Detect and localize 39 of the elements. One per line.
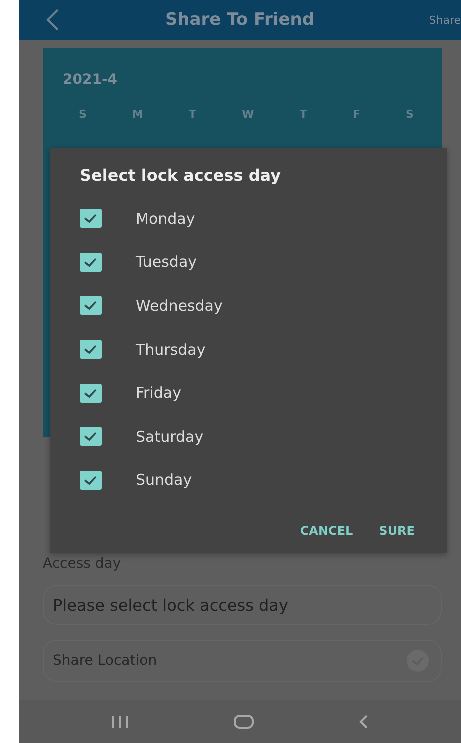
day-label: Wednesday	[136, 296, 223, 315]
day-option[interactable]: Monday	[80, 197, 417, 241]
home-icon[interactable]	[232, 714, 255, 730]
day-option[interactable]: Thursday	[80, 328, 417, 372]
day-option[interactable]: Tuesday	[80, 240, 417, 284]
checkbox[interactable]	[80, 252, 102, 272]
checkbox[interactable]	[80, 209, 102, 228]
weekday-label: W	[242, 108, 254, 121]
recent-apps-icon[interactable]	[110, 714, 130, 730]
month-label: 2021-4	[63, 72, 119, 88]
weekday-label: F	[352, 108, 360, 121]
weekday-label: M	[132, 108, 144, 121]
dialog-title: Select lock access day	[80, 166, 282, 185]
day-option[interactable]: Saturday	[80, 414, 417, 459]
day-label: Sunday	[136, 471, 192, 490]
checkbox[interactable]	[80, 427, 102, 446]
checkbox[interactable]	[80, 384, 102, 403]
day-option[interactable]: Wednesday	[80, 284, 417, 328]
weekday-label: S	[79, 108, 87, 121]
day-label: Friday	[136, 384, 182, 402]
screen-title: Share To Friend	[164, 10, 316, 30]
weekday-label: T	[300, 108, 308, 121]
day-option[interactable]: Sunday	[80, 458, 417, 502]
checkbox[interactable]	[80, 340, 102, 360]
access-day-field[interactable]: Please select lock access day	[43, 585, 442, 625]
share-location-label: Share Location	[53, 653, 158, 669]
weekday-label: S	[406, 108, 414, 121]
dialog-button[interactable]: SURE	[377, 520, 417, 542]
back-icon[interactable]	[45, 8, 61, 32]
checkbox[interactable]	[80, 470, 102, 490]
dialog-button[interactable]: CANCEL	[298, 520, 356, 542]
day-option[interactable]: Friday	[80, 371, 417, 415]
day-label: Monday	[136, 210, 196, 228]
day-label: Thursday	[136, 340, 206, 359]
weekday-label: T	[189, 108, 197, 121]
back-icon[interactable]	[358, 714, 370, 730]
checkbox[interactable]	[80, 296, 102, 316]
day-label: Tuesday	[136, 253, 198, 272]
day-label: Saturday	[136, 428, 204, 446]
